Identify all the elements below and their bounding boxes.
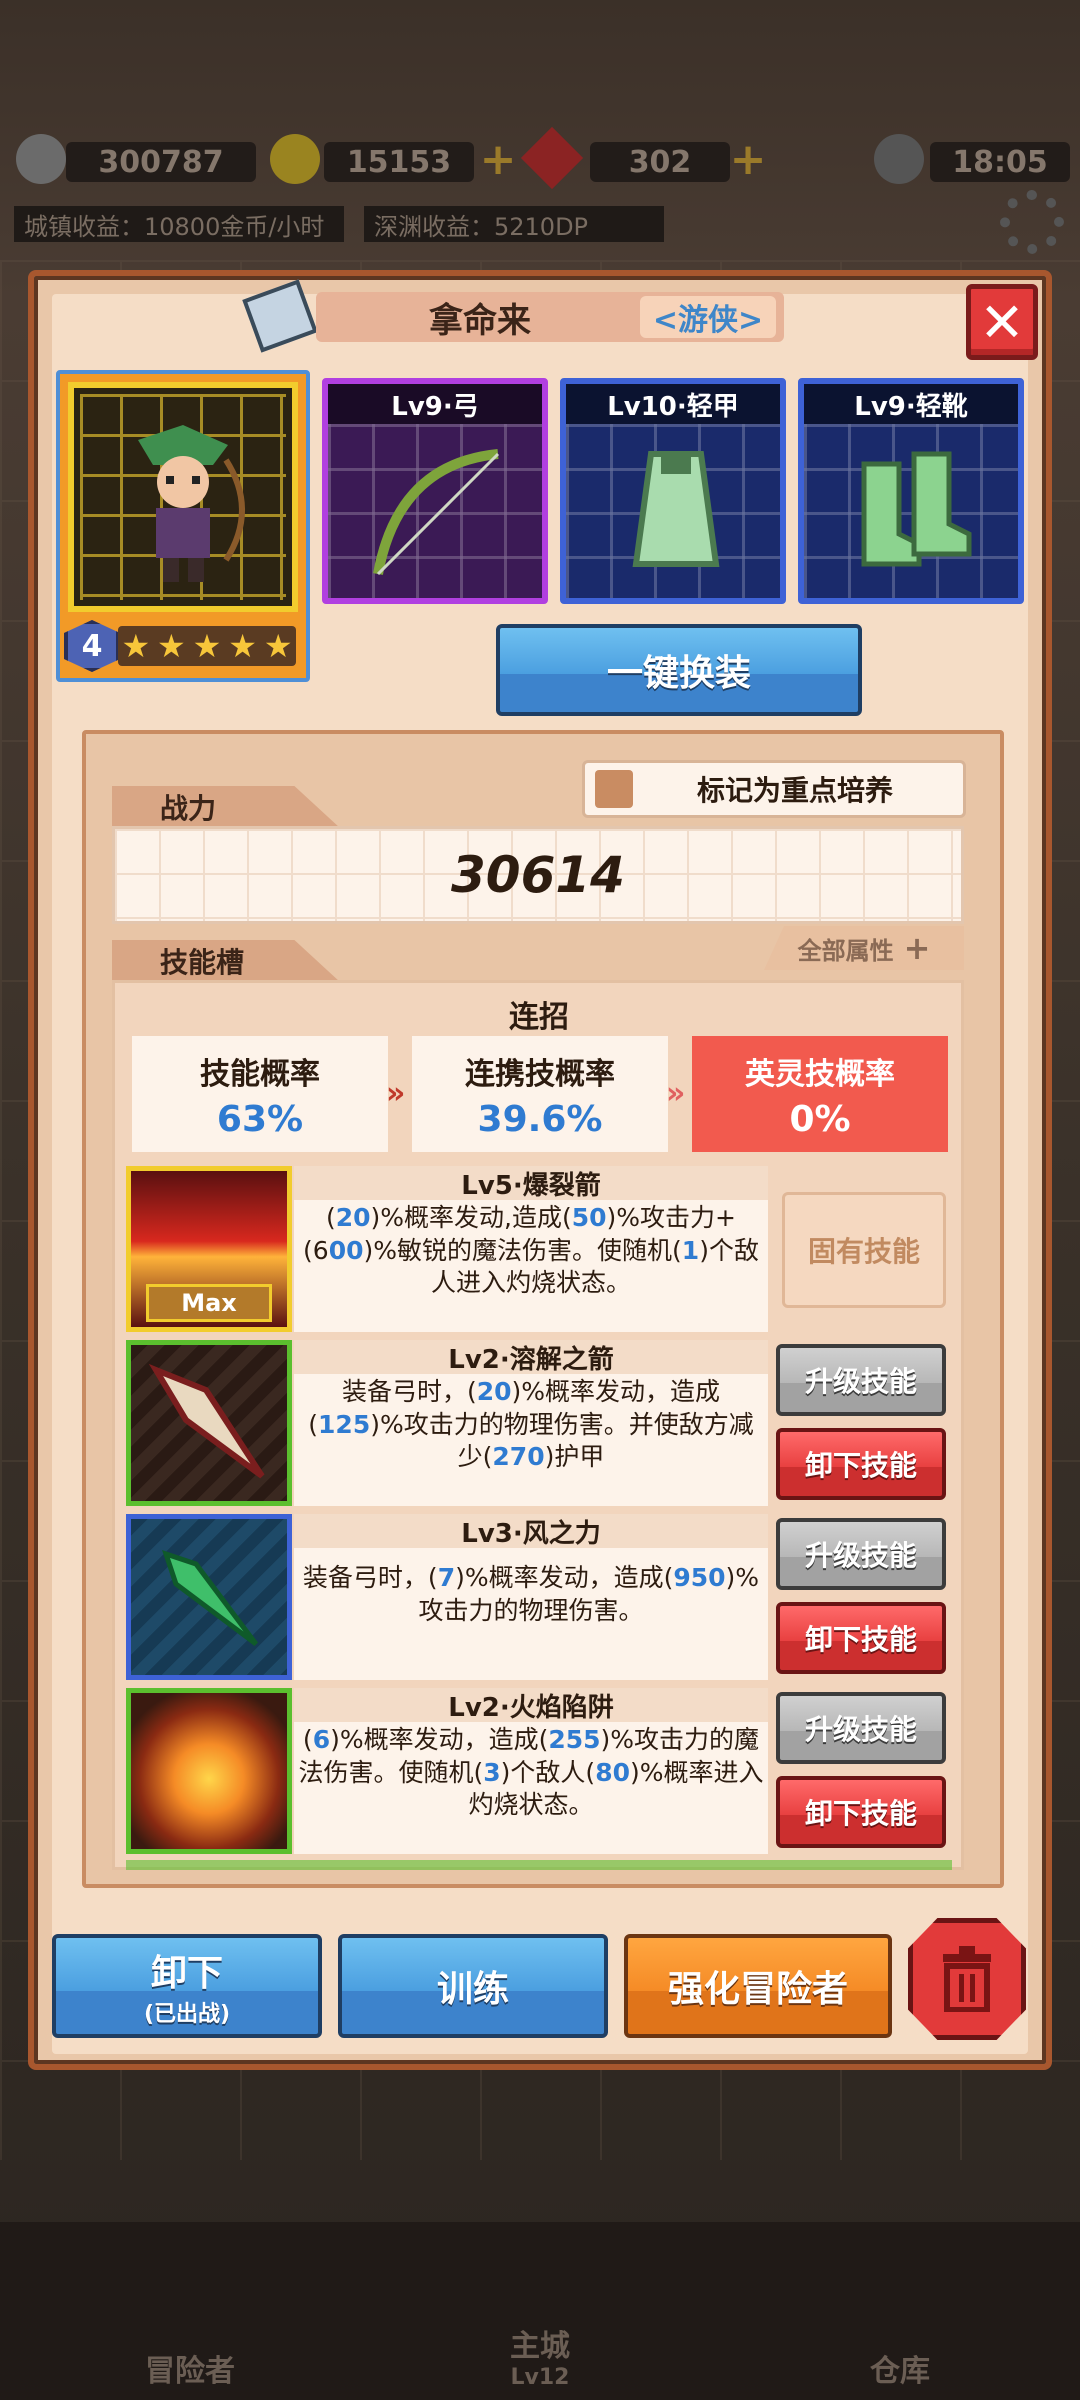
hero-name: 拿命来 bbox=[429, 300, 531, 341]
skill-probability-value: 63% bbox=[216, 1098, 304, 1140]
unequip-hero-button[interactable]: 卸下 (已出战) bbox=[52, 1934, 322, 2038]
skill-body: Lv2·火焰陷阱 (6)%概率发动，造成(255)%攻击力的魔法伤害。使随机(3… bbox=[294, 1688, 768, 1854]
skill-row: Lv2·火焰陷阱 (6)%概率发动，造成(255)%攻击力的魔法伤害。使随机(3… bbox=[126, 1688, 952, 1854]
nav-warehouse[interactable]: 仓库 bbox=[730, 2222, 1070, 2400]
skill-name: Lv3·风之力 bbox=[294, 1514, 768, 1549]
skill-row: Lv2·溶解之箭 装备弓时，(20)%概率发动，造成(125)%攻击力的物理伤害… bbox=[126, 1340, 952, 1506]
upgrade-skill-button[interactable]: 升级技能 bbox=[776, 1692, 946, 1764]
skill-description: (6)%概率发动，造成(255)%攻击力的魔法伤害。使随机(3)个敌人(80)%… bbox=[298, 1725, 764, 1819]
star-icon: ★ bbox=[263, 627, 293, 665]
nav-main-city[interactable]: 主城 Lv12 bbox=[370, 2222, 710, 2400]
equip-label: Lv10·轻甲 bbox=[566, 384, 780, 424]
skill-row: Max Lv5·爆裂箭 (20)%概率发动,造成(50)%攻击力+(600)%敏… bbox=[126, 1166, 952, 1332]
skill-body: Lv2·溶解之箭 装备弓时，(20)%概率发动，造成(125)%攻击力的物理伤害… bbox=[294, 1340, 768, 1506]
equip-slot-boots[interactable]: Lv9·轻靴 bbox=[798, 378, 1024, 604]
mark-focus-label: 标记为重点培养 bbox=[697, 774, 894, 807]
game-time: 18:05 bbox=[930, 142, 1070, 182]
light-boots-icon bbox=[861, 451, 972, 567]
gold-amount: 15153 bbox=[324, 142, 474, 182]
fire-trap-icon[interactable] bbox=[126, 1688, 292, 1854]
close-icon: ✕ bbox=[979, 290, 1025, 354]
skill-body: Lv3·风之力 装备弓时，(7)%概率发动，造成(950)%攻击力的物理伤害。 bbox=[294, 1514, 768, 1680]
skill-description: 装备弓时，(7)%概率发动，造成(950)%攻击力的物理伤害。 bbox=[302, 1563, 760, 1625]
hero-star-rating: ★ ★ ★ ★ ★ bbox=[118, 626, 296, 666]
train-button[interactable]: 训练 bbox=[338, 1934, 608, 2038]
quick-equip-button[interactable]: 一键换装 bbox=[496, 624, 862, 716]
green-arrow-icon bbox=[162, 1550, 258, 1646]
fixed-skill-label: 固有技能 bbox=[782, 1192, 946, 1308]
combo-probability-value: 39.6% bbox=[477, 1098, 603, 1140]
power-total: 300787 bbox=[66, 142, 256, 182]
unequip-label: 卸下 bbox=[150, 1953, 223, 1994]
skill-description: 装备弓时，(20)%概率发动，造成(125)%攻击力的物理伤害。并使敌方减少(2… bbox=[308, 1377, 754, 1471]
equip-label: Lv9·弓 bbox=[328, 384, 542, 424]
skill-probability-label: 技能概率 bbox=[200, 1056, 320, 1092]
skill-row: Lv3·风之力 装备弓时，(7)%概率发动，造成(950)%攻击力的物理伤害。 … bbox=[126, 1514, 952, 1680]
skill-list-scroll-edge bbox=[126, 1860, 952, 1870]
star-icon: ★ bbox=[121, 627, 151, 665]
max-badge: Max bbox=[146, 1284, 272, 1322]
equip-slot-armor[interactable]: Lv10·轻甲 bbox=[560, 378, 786, 604]
upgrade-skill-button[interactable]: 升级技能 bbox=[776, 1518, 946, 1590]
skill-description: (20)%概率发动,造成(50)%攻击力+(600)%敏锐的魔法伤害。使随机(1… bbox=[303, 1203, 759, 1297]
unequip-sublabel: (已出战) bbox=[143, 2002, 231, 2027]
remove-skill-button[interactable]: 卸下技能 bbox=[776, 1602, 946, 1674]
star-icon: ★ bbox=[157, 627, 186, 665]
settings-gear-icon[interactable] bbox=[1000, 190, 1064, 254]
skill-name: Lv2·溶解之箭 bbox=[294, 1340, 768, 1375]
all-attributes-button[interactable]: 全部属性 + bbox=[764, 926, 964, 970]
hero-class: <游侠> bbox=[640, 296, 776, 338]
town-income: 城镇收益：10800金币/小时 bbox=[14, 206, 344, 242]
add-gem-icon[interactable]: + bbox=[728, 138, 768, 182]
light-armor-icon bbox=[632, 451, 720, 567]
all-attributes-label: 全部属性 bbox=[797, 936, 894, 965]
arrow-tip-icon bbox=[148, 1363, 265, 1479]
nav-main-city-label: 主城 bbox=[510, 2329, 570, 2364]
equip-slot-weapon[interactable]: Lv9·弓 bbox=[322, 378, 548, 604]
combo-probability-label: 连携技概率 bbox=[465, 1056, 615, 1092]
delete-hero-button[interactable] bbox=[908, 1918, 1026, 2040]
skill-name: Lv5·爆裂箭 bbox=[294, 1166, 768, 1201]
gold-coin-icon bbox=[270, 134, 320, 184]
nav-main-city-level: Lv12 bbox=[510, 2365, 570, 2390]
power-icon bbox=[16, 134, 66, 184]
plus-icon: + bbox=[903, 929, 931, 967]
add-gold-icon[interactable]: + bbox=[478, 138, 518, 182]
spirit-probability: 英灵技概率 0% bbox=[692, 1036, 948, 1152]
nav-warehouse-label: 仓库 bbox=[870, 2354, 930, 2389]
power-value: 30614 bbox=[451, 846, 625, 904]
gem-amount: 302 bbox=[590, 142, 730, 182]
spirit-probability-label: 英灵技概率 bbox=[745, 1056, 895, 1092]
combo-probability: 连携技概率 39.6% bbox=[412, 1036, 668, 1152]
focus-checkbox-icon bbox=[595, 770, 633, 808]
nav-adventurer[interactable]: 冒险者 bbox=[20, 2222, 360, 2400]
equip-label: Lv9·轻靴 bbox=[804, 384, 1018, 424]
enhance-adventurer-button[interactable]: 强化冒险者 bbox=[624, 1934, 892, 2038]
upgrade-skill-button[interactable]: 升级技能 bbox=[776, 1344, 946, 1416]
bow-icon bbox=[373, 449, 500, 576]
nav-adventurer-label: 冒险者 bbox=[145, 2354, 235, 2389]
remove-skill-button[interactable]: 卸下技能 bbox=[776, 1428, 946, 1500]
remove-skill-button[interactable]: 卸下技能 bbox=[776, 1776, 946, 1848]
skill-probability: 技能概率 63% bbox=[132, 1036, 388, 1152]
combo-title: 连招 bbox=[509, 1000, 569, 1035]
skill-body: Lv5·爆裂箭 (20)%概率发动,造成(50)%攻击力+(600)%敏锐的魔法… bbox=[294, 1166, 768, 1332]
star-icon: ★ bbox=[228, 627, 257, 665]
trash-icon bbox=[943, 1946, 991, 2012]
close-button[interactable]: ✕ bbox=[966, 284, 1038, 360]
mark-focus-toggle[interactable]: 标记为重点培养 bbox=[582, 760, 966, 818]
abyss-income: 深渊收益：5210DP bbox=[364, 206, 664, 242]
skill-name: Lv2·火焰陷阱 bbox=[294, 1688, 768, 1723]
star-icon: ★ bbox=[192, 627, 222, 665]
spirit-probability-value: 0% bbox=[789, 1098, 851, 1140]
ranger-hero-icon bbox=[138, 425, 245, 582]
clock-icon bbox=[874, 134, 924, 184]
